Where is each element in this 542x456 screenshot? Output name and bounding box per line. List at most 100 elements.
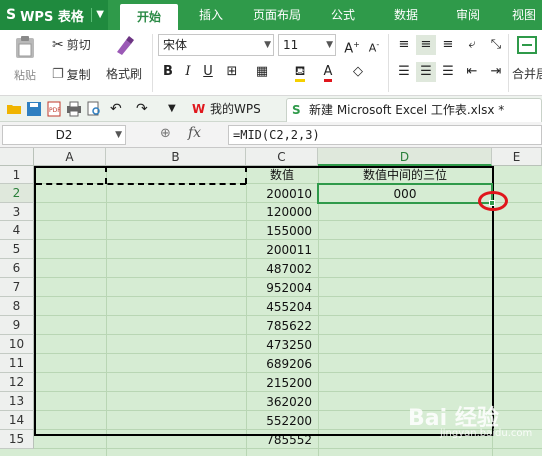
undo-icon[interactable]: ↶ bbox=[110, 101, 126, 117]
align-middle-icon[interactable]: ≡ bbox=[416, 35, 436, 55]
print-preview-icon[interactable] bbox=[86, 101, 102, 117]
row-header[interactable]: 12 bbox=[0, 373, 34, 392]
cell-d1[interactable]: 数值中间的三位 bbox=[318, 166, 492, 184]
row-header[interactable]: 2 bbox=[0, 184, 34, 203]
tab-view[interactable]: 视图 bbox=[504, 0, 542, 30]
row-header[interactable]: 4 bbox=[0, 221, 34, 240]
divider bbox=[388, 34, 389, 92]
tab-formulas[interactable]: 公式 bbox=[318, 0, 368, 30]
clear-format-icon[interactable]: ◇ bbox=[348, 62, 368, 82]
spreadsheet-grid[interactable]: A B C D E 1 数值 数值中间的三位 2 200010 000 3 12… bbox=[0, 148, 542, 456]
clipboard-icon bbox=[16, 36, 34, 58]
divider bbox=[152, 34, 153, 92]
row-header[interactable]: 1 bbox=[0, 166, 34, 184]
border-icon[interactable]: ⊞ bbox=[222, 62, 242, 82]
chevron-down-icon[interactable]: ▼ bbox=[115, 126, 122, 144]
pdf-icon[interactable]: PDF bbox=[46, 101, 62, 117]
increase-indent-icon[interactable]: ⇥ bbox=[486, 62, 506, 82]
cell-c5[interactable]: 200011 bbox=[246, 241, 318, 259]
cell-c10[interactable]: 473250 bbox=[246, 336, 318, 354]
increase-font-icon[interactable]: A+ bbox=[342, 35, 362, 56]
app-menu-button[interactable]: S WPS 表格 ▼ bbox=[0, 0, 108, 30]
orientation-icon[interactable]: ⤡ bbox=[486, 35, 506, 55]
column-header-b[interactable]: B bbox=[106, 148, 246, 166]
cell-c15[interactable]: 785552 bbox=[246, 431, 318, 449]
align-center-icon[interactable]: ☰ bbox=[416, 62, 436, 82]
row-header[interactable]: 14 bbox=[0, 411, 34, 430]
row-header[interactable]: 6 bbox=[0, 259, 34, 278]
row-header[interactable]: 11 bbox=[0, 354, 34, 373]
underline-icon[interactable]: U bbox=[198, 62, 218, 82]
wrap-text-icon[interactable]: ⤶ bbox=[462, 35, 482, 55]
tab-insert[interactable]: 插入 bbox=[186, 0, 236, 30]
doc-tab-my-wps[interactable]: W 我的WPS bbox=[188, 98, 280, 122]
fill-pattern-icon[interactable]: ▦ bbox=[252, 62, 272, 82]
cell-c7[interactable]: 952004 bbox=[246, 279, 318, 297]
formula-input[interactable]: =MID(C2,2,3) bbox=[228, 125, 542, 145]
baidu-watermark-url: jingyan.baidu.com bbox=[440, 428, 533, 439]
copy-button[interactable]: ❐ 复制 bbox=[52, 66, 91, 83]
column-header-c[interactable]: C bbox=[246, 148, 318, 166]
cell-c8[interactable]: 455204 bbox=[246, 298, 318, 316]
save-icon[interactable] bbox=[26, 101, 42, 117]
folder-icon[interactable] bbox=[6, 101, 22, 117]
cell-c1[interactable]: 数值 bbox=[246, 166, 318, 184]
cell-c4[interactable]: 155000 bbox=[246, 222, 318, 240]
cell-c12[interactable]: 215200 bbox=[246, 374, 318, 392]
row-header[interactable]: 13 bbox=[0, 392, 34, 411]
merge-label: 合并居 bbox=[512, 67, 542, 81]
cell-c11[interactable]: 689206 bbox=[246, 355, 318, 373]
paste-button[interactable]: 粘贴 bbox=[6, 34, 44, 83]
font-color-icon[interactable]: A bbox=[318, 62, 338, 82]
merge-center-button[interactable]: 合并居 bbox=[512, 34, 542, 82]
row-header[interactable]: 3 bbox=[0, 203, 34, 221]
align-right-icon[interactable]: ☰ bbox=[438, 62, 458, 82]
cell-c3[interactable]: 120000 bbox=[246, 203, 318, 221]
align-bottom-icon[interactable]: ≡ bbox=[438, 35, 458, 55]
bold-icon[interactable]: B bbox=[158, 62, 178, 82]
chevron-down-icon[interactable]: ▼ bbox=[168, 101, 184, 117]
tab-page-layout[interactable]: 页面布局 bbox=[244, 0, 310, 30]
row-header[interactable]: 15 bbox=[0, 430, 34, 449]
row-header[interactable]: 8 bbox=[0, 297, 34, 316]
align-left-icon[interactable]: ☰ bbox=[394, 62, 414, 82]
cell-c13[interactable]: 362020 bbox=[246, 393, 318, 411]
fx-icon[interactable]: fx bbox=[188, 125, 201, 141]
redo-icon[interactable]: ↷ bbox=[136, 101, 152, 117]
tab-data[interactable]: 数据 bbox=[380, 0, 432, 30]
decrease-font-icon[interactable]: A- bbox=[364, 35, 384, 55]
tab-home[interactable]: 开始 bbox=[120, 4, 178, 30]
doc-tab-workbook[interactable]: S 新建 Microsoft Excel 工作表.xlsx * bbox=[286, 98, 542, 122]
cell-c6[interactable]: 487002 bbox=[246, 260, 318, 278]
row-header[interactable]: 10 bbox=[0, 335, 34, 354]
column-header-d[interactable]: D bbox=[318, 148, 492, 166]
column-header-a[interactable]: A bbox=[34, 148, 106, 166]
zoom-icon[interactable]: ⊕ bbox=[160, 126, 171, 141]
cut-button[interactable]: ✂ 剪切 bbox=[52, 36, 91, 53]
fill-color-icon[interactable]: ⛾ bbox=[290, 62, 310, 82]
italic-icon[interactable]: I bbox=[178, 62, 198, 82]
row-header[interactable]: 9 bbox=[0, 316, 34, 335]
name-box-value: D2 bbox=[55, 128, 73, 142]
active-cell-selection[interactable] bbox=[317, 183, 493, 204]
cell-c9[interactable]: 785622 bbox=[246, 317, 318, 335]
select-all-corner[interactable] bbox=[0, 148, 34, 166]
decrease-indent-icon[interactable]: ⇤ bbox=[462, 62, 482, 82]
format-painter-button[interactable]: 格式刷 bbox=[102, 34, 146, 82]
row-header[interactable]: 7 bbox=[0, 278, 34, 297]
scissors-icon: ✂ bbox=[52, 36, 64, 53]
cell-c2[interactable]: 200010 bbox=[246, 185, 318, 203]
name-box[interactable]: D2 ▼ bbox=[2, 125, 126, 145]
print-icon[interactable] bbox=[66, 101, 82, 117]
tab-review[interactable]: 审阅 bbox=[444, 0, 492, 30]
column-header-e[interactable]: E bbox=[492, 148, 542, 166]
row-header[interactable]: 5 bbox=[0, 240, 34, 259]
align-top-icon[interactable]: ≡ bbox=[394, 35, 414, 55]
menu-bar: S WPS 表格 ▼ 开始 插入 页面布局 公式 数据 审阅 视图 bbox=[0, 0, 542, 30]
chevron-down-icon[interactable]: ▼ bbox=[91, 8, 104, 22]
font-name-select[interactable]: 宋体 ▼ bbox=[158, 34, 274, 56]
dashed-border bbox=[36, 183, 246, 185]
cell-c14[interactable]: 552200 bbox=[246, 412, 318, 430]
font-size-select[interactable]: 11 ▼ bbox=[278, 34, 336, 56]
brush-icon bbox=[117, 36, 134, 55]
